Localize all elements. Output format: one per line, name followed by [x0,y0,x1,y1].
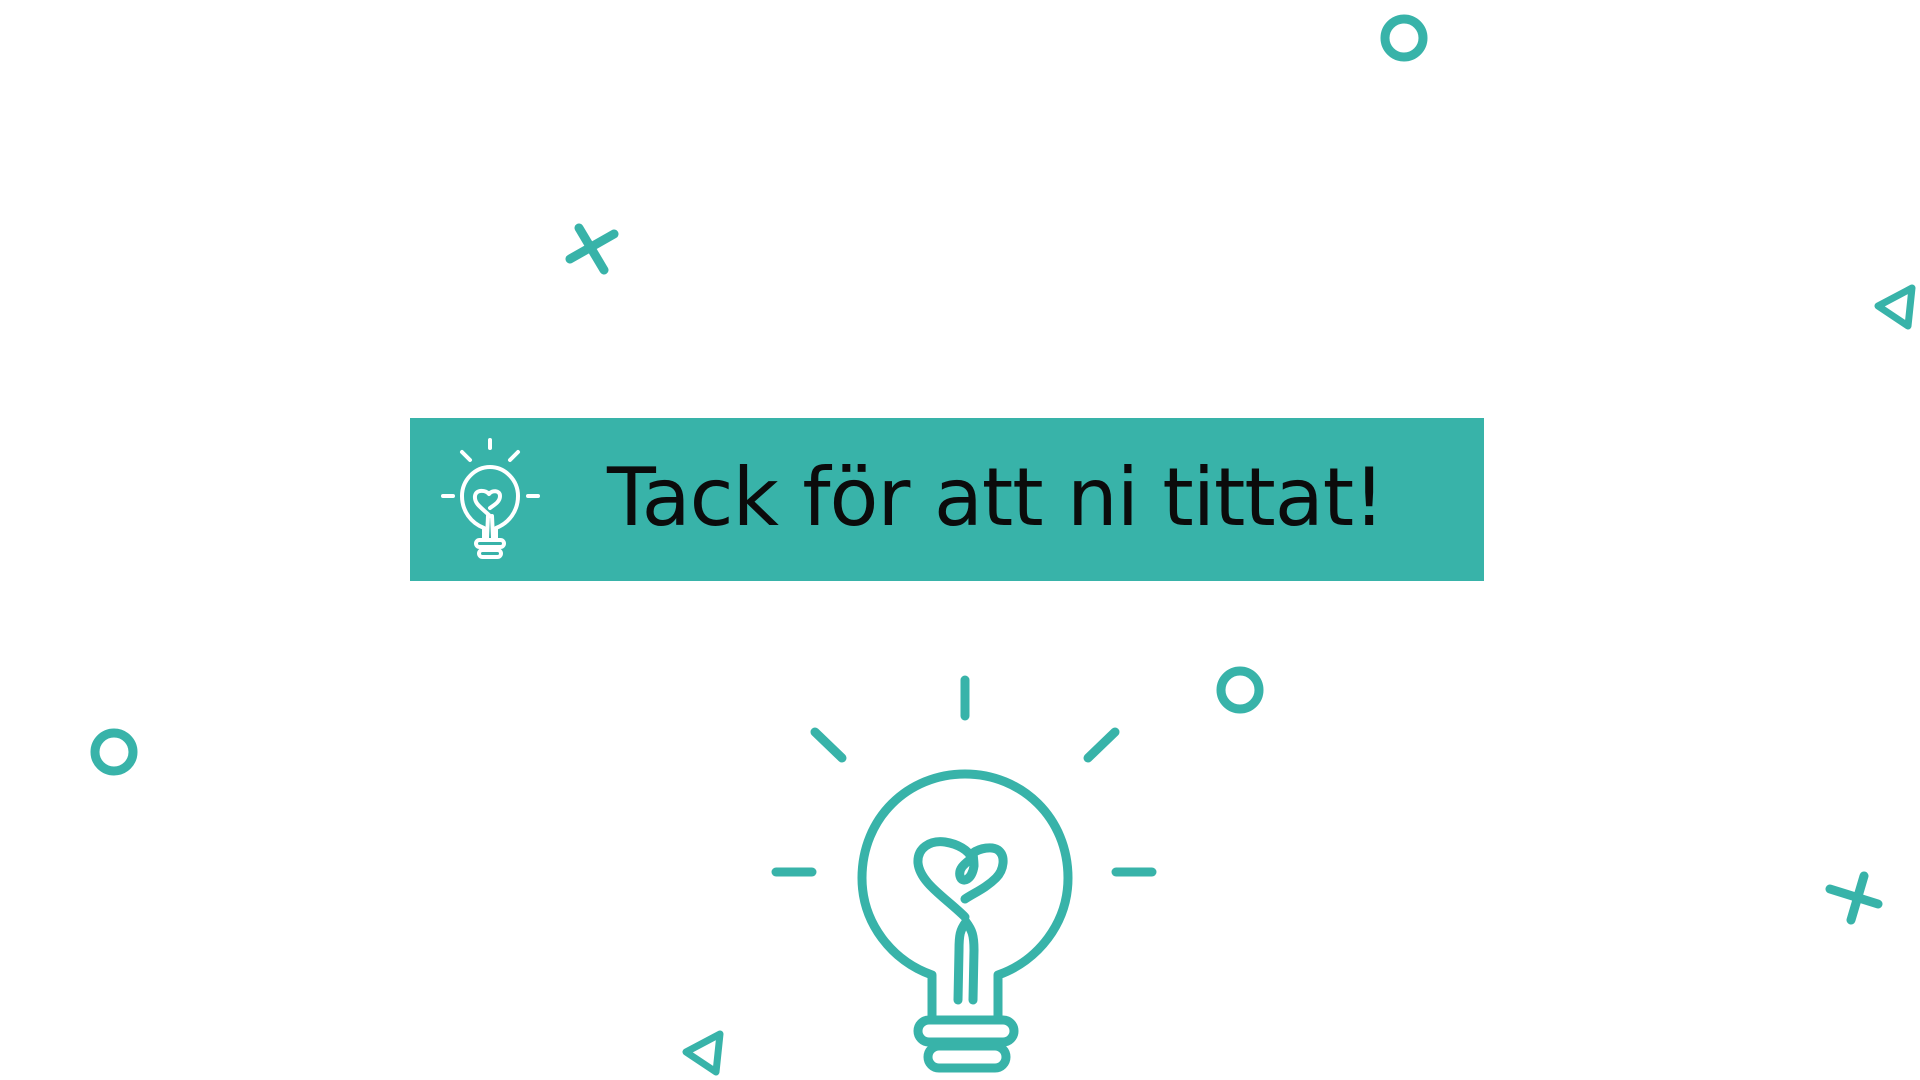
slide: Tack för att ni tittat! [0,0,1920,1080]
page-title: Tack för att ni tittat! [607,451,1385,544]
circle-icon [1216,666,1264,714]
circle-icon [1380,14,1428,62]
circle-icon [90,728,138,776]
title-banner: Tack för att ni tittat! [410,418,1484,581]
triangle-icon [1874,284,1916,330]
triangle-icon [682,1030,724,1076]
cross-icon [1825,871,1883,925]
lightbulb-heart-icon [771,675,1157,1073]
cross-icon [565,223,619,275]
lightbulb-heart-icon [441,438,540,559]
